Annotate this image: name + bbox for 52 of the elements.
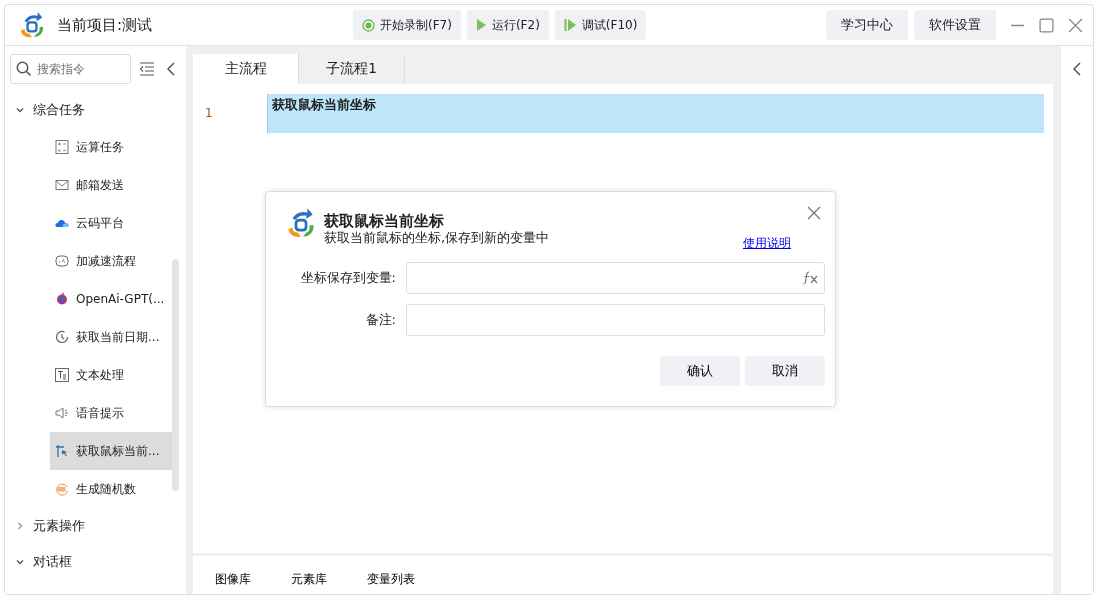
scrollbar[interactable] [172, 259, 179, 491]
help-link[interactable]: 使用说明 [743, 235, 791, 252]
speaker-icon [55, 406, 69, 420]
function-icon[interactable] [803, 271, 819, 285]
field-label: 备注: [364, 311, 397, 329]
toolbar-button[interactable]: 调试(F10) [554, 10, 647, 40]
tree-item[interactable]: OpenAi-GPT(... [50, 280, 172, 318]
dialog-button[interactable]: 取消 [745, 356, 825, 386]
tree-item[interactable]: 邮箱发送 [50, 166, 172, 204]
record-icon [362, 18, 375, 32]
mail-icon [55, 178, 69, 192]
dialog-button[interactable]: 确认 [660, 356, 740, 386]
play-icon [475, 18, 487, 32]
tree-item[interactable]: 加减速流程 [50, 242, 172, 280]
step-icon [563, 18, 577, 32]
text-icon [55, 368, 69, 382]
tree-item[interactable]: 语音提示 [50, 394, 172, 432]
cursor-icon [55, 444, 69, 458]
speedometer-icon [55, 254, 69, 268]
input-field[interactable] [406, 262, 825, 294]
toolbar-button[interactable]: 运行(F2) [466, 10, 549, 40]
header-button[interactable]: 学习中心 [826, 10, 908, 40]
tree-item[interactable]: 云码平台 [50, 204, 172, 242]
tree-item[interactable]: 文本处理 [50, 356, 172, 394]
close-icon[interactable] [807, 206, 821, 220]
dialog-title: 获取鼠标当前坐标 [324, 212, 445, 230]
tree-item[interactable]: 生成随机数 [50, 470, 172, 508]
swirl-icon [55, 292, 69, 306]
window-title: 当前项目:测试 [57, 15, 153, 35]
input-field[interactable] [406, 304, 825, 336]
tab[interactable]: 主流程 [193, 54, 299, 84]
chevron-left-icon[interactable] [1072, 62, 1082, 76]
search-field[interactable]: 搜索指令 [10, 54, 131, 84]
calculator-icon [55, 140, 69, 154]
close-icon[interactable] [1068, 17, 1083, 33]
tree-group[interactable]: 对话框 [5, 544, 186, 580]
collapse-list-icon[interactable] [139, 62, 155, 76]
dialog-description: 获取当前鼠标的坐标,保存到新的变量中 [324, 230, 551, 246]
search-icon [16, 61, 32, 77]
maximize-icon[interactable] [1039, 17, 1054, 33]
header-button[interactable]: 软件设置 [914, 10, 996, 40]
random-number-icon [55, 482, 69, 496]
tree-item[interactable]: 获取鼠标当前... [50, 432, 172, 470]
toolbar-button[interactable]: 开始录制(F7) [353, 10, 461, 40]
field-label: 坐标保存到变量: [299, 269, 397, 287]
clock-icon [55, 330, 69, 344]
tree-group[interactable]: 元素操作 [5, 508, 186, 544]
tree-item[interactable]: 获取当前日期... [50, 318, 172, 356]
tree-item[interactable]: 运算任务 [50, 128, 172, 166]
line-number: 1 [204, 105, 214, 120]
tree-group[interactable]: 综合任务 [5, 92, 186, 128]
command-block[interactable]: 获取鼠标当前坐标 [267, 94, 1044, 133]
